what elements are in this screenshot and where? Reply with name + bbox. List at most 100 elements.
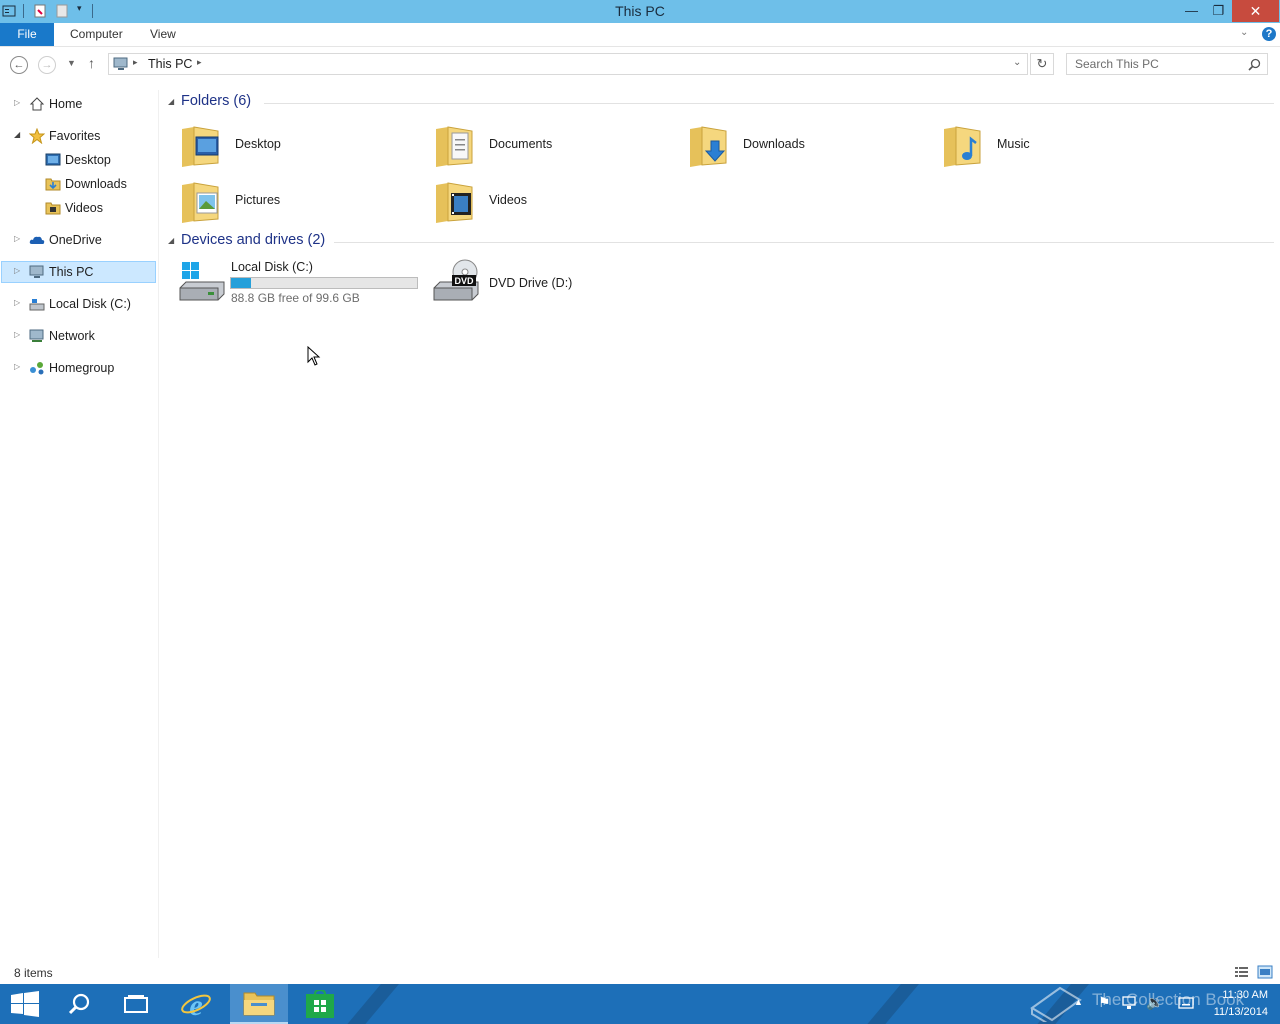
help-icon[interactable]: ? — [1262, 27, 1276, 41]
dvd-drive-icon: DVD — [433, 259, 479, 301]
breadcrumb-separator-icon[interactable]: ▸ — [133, 57, 138, 68]
breadcrumb-separator-icon[interactable]: ▸ — [197, 57, 202, 68]
nav-label: Home — [49, 97, 83, 111]
nav-label: Network — [49, 329, 95, 343]
nav-item-homegroup[interactable]: ▷ Homegroup — [1, 357, 156, 379]
nav-item-onedrive[interactable]: ▷ OneDrive — [1, 229, 156, 251]
nav-label: Videos — [65, 201, 103, 215]
nav-item-home[interactable]: ▷ Home — [1, 93, 156, 115]
up-button[interactable]: ↑ — [88, 55, 95, 71]
navigation-pane: ▷ Home ◢ Favorites Desktop Downloads Vid… — [0, 90, 159, 958]
drive-label: Local Disk (C:) — [231, 260, 313, 274]
mouse-cursor-icon — [307, 346, 321, 366]
search-icon[interactable] — [1248, 58, 1261, 71]
home-icon — [29, 97, 45, 111]
nav-item-downloads[interactable]: Downloads — [1, 173, 156, 195]
breadcrumb-this-pc[interactable]: This PC — [148, 57, 192, 71]
folder-label: Music — [997, 137, 1030, 151]
folder-label: Documents — [489, 137, 553, 151]
store-button[interactable] — [292, 984, 350, 1024]
folders-group-header[interactable]: ◢ Folders (6) — [166, 93, 1274, 113]
downloads-icon — [45, 178, 61, 191]
forward-button[interactable]: → — [38, 56, 56, 74]
expand-icon[interactable]: ▷ — [14, 98, 20, 107]
volume-icon[interactable]: 🔉 — [1146, 994, 1163, 1011]
large-icons-view-icon[interactable] — [1257, 965, 1273, 979]
homegroup-icon — [30, 362, 44, 375]
network-tray-icon[interactable] — [1122, 996, 1138, 1010]
folder-tile-pictures[interactable]: Pictures — [174, 173, 414, 225]
tab-view[interactable]: View — [138, 23, 188, 46]
taskbar-decoration — [850, 984, 928, 1024]
nav-item-this-pc[interactable]: ▷ This PC — [1, 261, 156, 283]
task-view-button[interactable] — [108, 984, 166, 1024]
internet-explorer-button[interactable]: e — [168, 984, 226, 1024]
minimize-button[interactable]: — — [1178, 0, 1205, 22]
task-view-icon — [124, 995, 148, 1013]
cloud-icon — [29, 236, 45, 244]
folder-tile-downloads[interactable]: Downloads — [682, 117, 922, 169]
devices-group-header[interactable]: ◢ Devices and drives (2) — [166, 232, 1274, 252]
restore-button[interactable]: ❐ — [1205, 0, 1232, 22]
videos-folder-icon — [436, 182, 473, 223]
collapse-group-icon[interactable]: ◢ — [168, 236, 174, 245]
nav-item-local-disk[interactable]: ▷ Local Disk (C:) — [1, 293, 156, 315]
expand-icon[interactable]: ▷ — [14, 234, 20, 243]
show-hidden-icons-icon[interactable]: ▲ — [1074, 997, 1083, 1007]
expand-icon[interactable]: ▷ — [14, 330, 20, 339]
folder-tile-desktop[interactable]: Desktop — [174, 117, 414, 169]
drive-tile-dvd[interactable]: DVD DVD Drive (D:) — [428, 256, 668, 308]
expand-icon[interactable]: ▷ — [14, 298, 20, 307]
back-button[interactable]: ← — [10, 56, 28, 74]
close-button[interactable]: ✕ — [1232, 0, 1279, 22]
folder-label: Desktop — [235, 137, 281, 151]
clock-time[interactable]: 11:30 AM — [1210, 989, 1268, 1001]
pictures-folder-icon — [182, 182, 219, 223]
address-bar[interactable]: ▸ This PC ▸ ⌄ — [108, 53, 1028, 75]
search-input[interactable]: Search This PC — [1066, 53, 1268, 75]
folder-label: Videos — [489, 193, 527, 207]
details-view-icon[interactable] — [1234, 965, 1250, 979]
nav-item-network[interactable]: ▷ Network — [1, 325, 156, 347]
file-explorer-button[interactable] — [230, 984, 288, 1024]
desktop-icon — [45, 153, 61, 166]
tab-computer[interactable]: Computer — [58, 23, 135, 46]
computer-icon — [113, 57, 128, 70]
folder-label: Downloads — [743, 137, 805, 151]
expand-ribbon-icon[interactable]: ⌄ — [1240, 27, 1248, 38]
status-bar: 8 items — [0, 964, 1280, 984]
collapse-group-icon[interactable]: ◢ — [168, 97, 174, 106]
nav-item-videos[interactable]: Videos — [1, 197, 156, 219]
music-folder-icon — [944, 126, 981, 167]
address-dropdown-icon[interactable]: ⌄ — [1013, 57, 1021, 68]
computer-icon — [29, 265, 44, 278]
action-center-flag-icon[interactable]: ⚑ — [1098, 994, 1111, 1011]
collapse-icon[interactable]: ◢ — [14, 130, 20, 139]
folder-tile-documents[interactable]: Documents — [428, 117, 668, 169]
folder-tile-music[interactable]: Music — [936, 117, 1176, 169]
keyboard-icon[interactable] — [1178, 997, 1194, 1009]
drive-label: DVD Drive (D:) — [489, 276, 573, 290]
clock-date[interactable]: 11/13/2014 — [1202, 1006, 1268, 1018]
taskbar: e The Collection Book ▲ ⚑ 🔉 11:30 AM 11/… — [0, 984, 1280, 1024]
nav-item-favorites[interactable]: ◢ Favorites — [1, 125, 156, 147]
expand-icon[interactable]: ▷ — [14, 266, 20, 275]
drive-icon — [29, 299, 45, 311]
nav-item-desktop[interactable]: Desktop — [1, 149, 156, 171]
nav-label: Desktop — [65, 153, 111, 167]
drive-tile-local-disk[interactable]: Local Disk (C:) 88.8 GB free of 99.6 GB — [174, 256, 424, 308]
item-count: 8 items — [14, 966, 53, 980]
drive-usage-fill — [231, 278, 252, 288]
drive-free-space: 88.8 GB free of 99.6 GB — [231, 291, 360, 305]
search-taskbar-button[interactable] — [52, 984, 110, 1024]
address-row: ← → ▼ ↑ ▸ This PC ▸ ⌄ ↻ Search This PC — [0, 47, 1280, 82]
expand-icon[interactable]: ▷ — [14, 362, 20, 371]
refresh-button[interactable]: ↻ — [1030, 53, 1054, 75]
search-icon — [68, 993, 90, 1015]
tab-file[interactable]: File — [0, 23, 54, 46]
recent-locations-icon[interactable]: ▼ — [67, 58, 76, 68]
group-divider — [334, 242, 1274, 243]
folder-tile-videos[interactable]: Videos — [428, 173, 668, 225]
start-button[interactable] — [0, 984, 58, 1024]
downloads-folder-icon — [690, 126, 727, 167]
